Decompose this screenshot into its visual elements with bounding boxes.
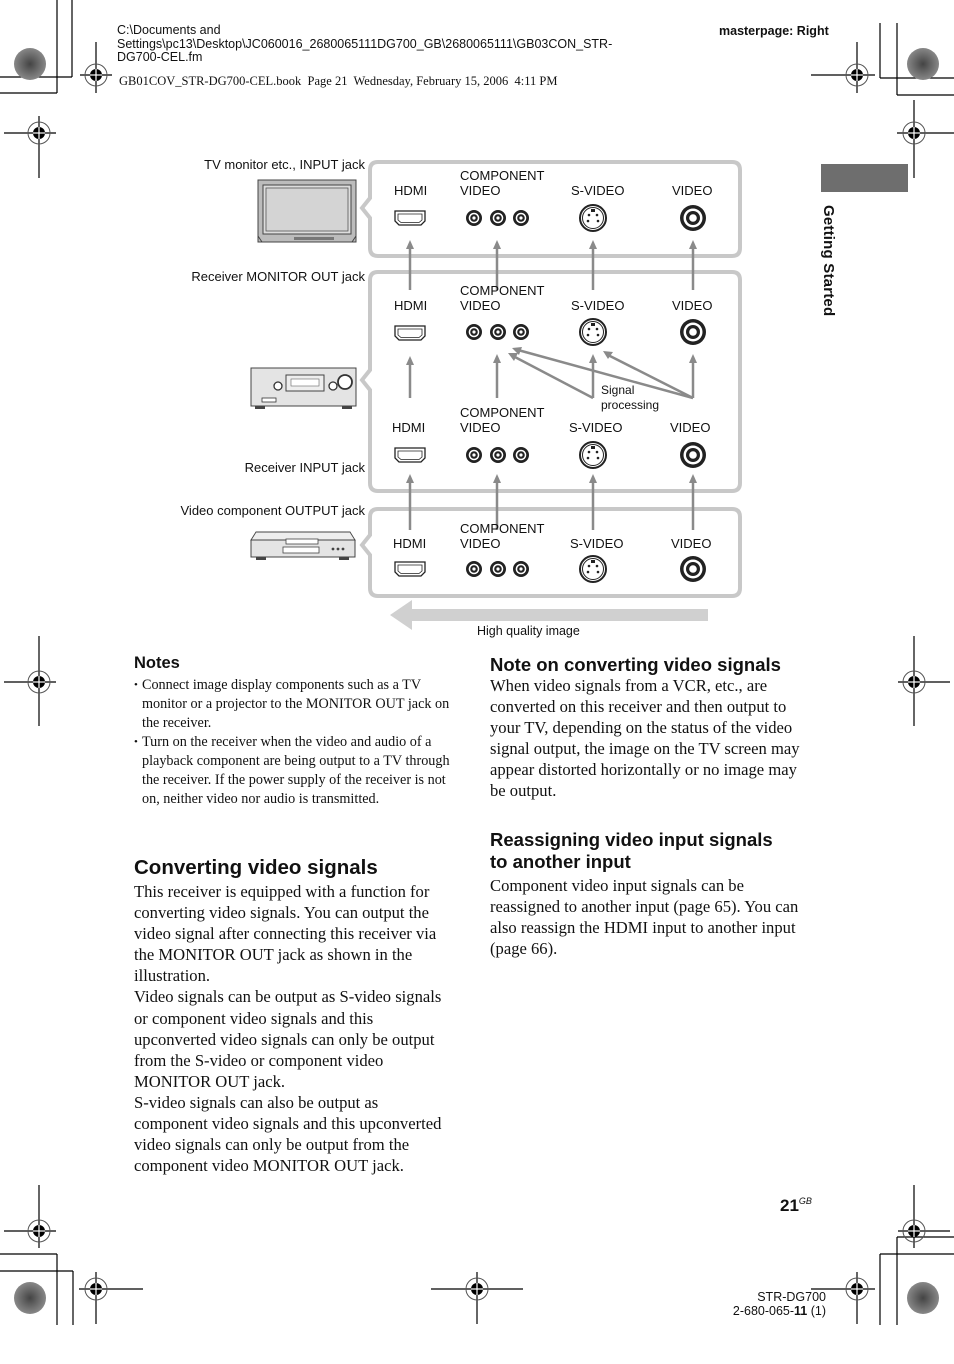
note-item: Turn on the receiver when the video and … bbox=[134, 733, 454, 809]
component-jack-icon bbox=[490, 447, 506, 463]
note-converting-heading: Note on converting video signals bbox=[490, 654, 781, 675]
paragraph: When video signals from a VCR, etc., are… bbox=[490, 676, 800, 801]
component-label: COMPONENT VIDEO bbox=[460, 405, 545, 435]
paragraph: This receiver is equipped with a functio… bbox=[134, 882, 437, 986]
component-label: COMPONENT VIDEO bbox=[460, 283, 545, 313]
part-number: 2-680-065-11 (1) bbox=[700, 1304, 826, 1318]
signal-processing-line: processing bbox=[601, 398, 660, 412]
component-jack-icon bbox=[466, 561, 482, 577]
video-jack-icon bbox=[680, 205, 706, 231]
component-label: COMPONENT VIDEO bbox=[460, 168, 545, 198]
svideo-jack-icon bbox=[579, 555, 607, 583]
video-component-label: Video component OUTPUT jack bbox=[180, 503, 366, 518]
part-number-prefix: 2-680-065- bbox=[732, 1304, 795, 1318]
svideo-label: S-VIDEO bbox=[569, 420, 623, 435]
signal-processing-label: Signal processing bbox=[601, 383, 659, 413]
component-jack-icon bbox=[513, 561, 529, 577]
svideo-jack-icon bbox=[579, 318, 607, 346]
component-label-line: COMPONENT bbox=[460, 521, 545, 536]
video-label: VIDEO bbox=[672, 183, 713, 198]
component-jack-icon bbox=[466, 324, 482, 340]
component-jack-icon bbox=[466, 210, 482, 226]
component-label-line: COMPONENT bbox=[460, 168, 545, 183]
hdmi-label: HDMI bbox=[392, 420, 426, 435]
tv-panel bbox=[359, 160, 742, 258]
svideo-jack-icon bbox=[579, 441, 607, 469]
model-info: STR-DG700 2-680-065-11 (1) bbox=[700, 1290, 826, 1318]
component-label: COMPONENT VIDEO bbox=[460, 521, 545, 551]
connection-diagram bbox=[250, 160, 742, 630]
component-jack-icon bbox=[513, 210, 529, 226]
video-label: VIDEO bbox=[671, 536, 712, 551]
model-name: STR-DG700 bbox=[757, 1290, 826, 1304]
converting-body: This receiver is equipped with a functio… bbox=[134, 881, 456, 1176]
tv-jack-label: TV monitor etc., INPUT jack bbox=[204, 157, 365, 172]
notes-list: Connect image display components such as… bbox=[134, 676, 454, 809]
component-label-line: VIDEO bbox=[460, 420, 501, 435]
component-label-line: VIDEO bbox=[460, 298, 501, 313]
heading-line: to another input bbox=[490, 851, 631, 872]
video-jack-icon bbox=[680, 442, 706, 468]
video-jack-icon bbox=[680, 556, 706, 582]
page-number: 21GB bbox=[780, 1196, 812, 1216]
paragraph: S-video signals can also be output as co… bbox=[134, 1092, 442, 1176]
hdmi-jack-icon bbox=[394, 561, 426, 577]
video-label: VIDEO bbox=[670, 420, 711, 435]
component-jack-icon bbox=[513, 324, 529, 340]
svideo-label: S-VIDEO bbox=[571, 298, 625, 313]
part-number-suffix: (1) bbox=[807, 1304, 826, 1318]
heading-line: Reassigning video input signals bbox=[490, 829, 773, 850]
high-quality-label: High quality image bbox=[477, 624, 580, 638]
converting-heading: Converting video signals bbox=[134, 856, 378, 879]
dvd-player-icon bbox=[250, 531, 356, 560]
svideo-label: S-VIDEO bbox=[571, 183, 625, 198]
part-number-bold: 11 bbox=[794, 1304, 808, 1318]
hdmi-label: HDMI bbox=[394, 298, 428, 313]
component-jack-icon bbox=[490, 561, 506, 577]
paragraph: Video signals can be output as S-video s… bbox=[134, 987, 442, 1091]
av-receiver-icon bbox=[250, 367, 357, 409]
component-jack-icon bbox=[513, 447, 529, 463]
note-converting-body: When video signals from a VCR, etc., are… bbox=[490, 675, 812, 802]
player-panel bbox=[359, 507, 742, 598]
component-label-line: COMPONENT bbox=[460, 405, 545, 420]
component-label-line: COMPONENT bbox=[460, 283, 545, 298]
reassigning-body: Component video input signals can be rea… bbox=[490, 875, 812, 959]
reassigning-heading: Reassigning video input signals to anoth… bbox=[490, 829, 773, 873]
video-jack-icon bbox=[680, 319, 706, 345]
svideo-label: S-VIDEO bbox=[570, 536, 624, 551]
note-item: Connect image display components such as… bbox=[134, 676, 454, 733]
signal-processing-line: Signal bbox=[601, 383, 635, 397]
receiver-input-label: Receiver INPUT jack bbox=[244, 460, 365, 475]
monitor-out-label: Receiver MONITOR OUT jack bbox=[191, 269, 365, 284]
page-number-value: 21 bbox=[780, 1196, 799, 1215]
page-suffix: GB bbox=[798, 1196, 812, 1206]
component-label-line: VIDEO bbox=[460, 183, 501, 198]
hdmi-jack-icon bbox=[394, 210, 426, 226]
paragraph: Component video input signals can be rea… bbox=[490, 876, 799, 959]
hdmi-label: HDMI bbox=[393, 536, 427, 551]
svideo-jack-icon bbox=[579, 204, 607, 232]
video-label: VIDEO bbox=[672, 298, 713, 313]
hdmi-label: HDMI bbox=[394, 183, 428, 198]
tv-monitor-icon bbox=[257, 179, 357, 243]
hdmi-jack-icon bbox=[394, 325, 426, 341]
hdmi-jack-icon bbox=[394, 447, 426, 463]
component-jack-icon bbox=[490, 324, 506, 340]
component-label-line: VIDEO bbox=[460, 536, 501, 551]
component-jack-icon bbox=[490, 210, 506, 226]
notes-heading: Notes bbox=[134, 654, 180, 672]
component-jack-icon bbox=[466, 447, 482, 463]
